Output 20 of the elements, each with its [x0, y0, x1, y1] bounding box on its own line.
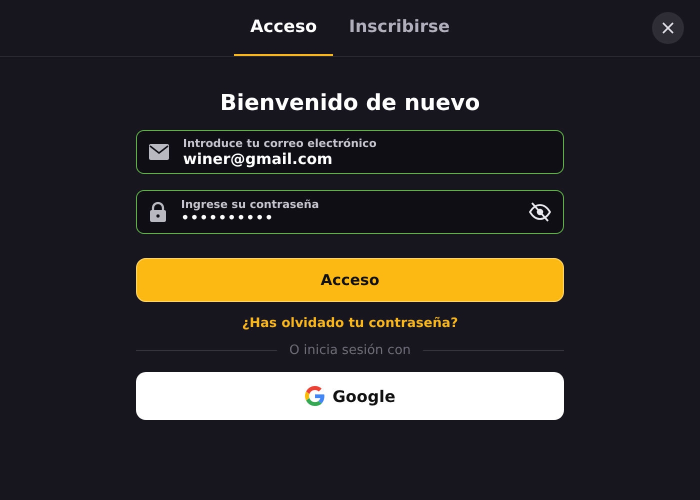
divider-label: O inicia sesión con [289, 343, 411, 358]
close-icon [661, 21, 675, 35]
field-value: winer@gmail.com [183, 150, 334, 168]
google-icon [304, 386, 325, 406]
tab[interactable]: Acceso [234, 0, 333, 56]
field-label: Introduce tu correo electrónico [183, 136, 378, 150]
google-label: Google [332, 386, 396, 406]
envelope-icon [149, 144, 169, 160]
google-button[interactable]: Google [136, 372, 564, 420]
close-button[interactable] [652, 12, 684, 44]
tab[interactable]: Inscribirse [332, 0, 466, 56]
field-label: Ingrese su contraseña [181, 198, 320, 211]
forgot-password-link[interactable]: ¿Has olvidado tu contraseña? [242, 316, 458, 331]
hidden-eye-icon[interactable] [529, 202, 551, 222]
welcome-heading: Bienvenido de nuevo [219, 91, 481, 116]
input-field[interactable]: Ingrese su contraseña •••••••••• [136, 190, 564, 234]
lock-icon [149, 202, 167, 222]
input-field[interactable]: Introduce tu correo electrónico winer@gmail.com [136, 130, 564, 174]
field-value: •••••••••• [181, 211, 276, 226]
login-button[interactable]: Acceso [136, 258, 564, 302]
